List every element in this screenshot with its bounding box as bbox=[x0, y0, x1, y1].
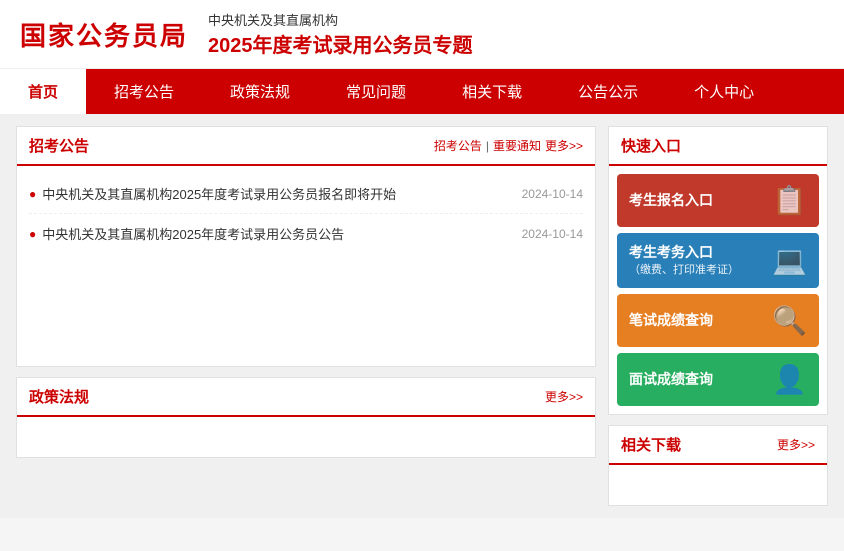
downloads-content bbox=[609, 465, 827, 505]
register-icon: 📋 bbox=[772, 184, 807, 217]
policy-header: 政策法规 更多>> bbox=[17, 378, 595, 417]
exam-icon: 💻 bbox=[772, 244, 807, 277]
nav-item-policy[interactable]: 政策法规 bbox=[202, 69, 318, 114]
quick-access-list: 考生报名入口 📋 考生考务入口 （缴费、打印准考证） 💻 笔试成绩查询 🔍 bbox=[609, 166, 827, 414]
policy-title: 政策法规 bbox=[29, 386, 89, 407]
list-item[interactable]: ● 中央机关及其直属机构2025年度考试录用公务员公告 2024-10-14 bbox=[29, 214, 583, 253]
announcement-text: 中央机关及其直属机构2025年度考试录用公务员报名即将开始 bbox=[42, 184, 511, 203]
right-panel: 快速入口 考生报名入口 📋 考生考务入口 （缴费、打印准考证） 💻 bbox=[608, 126, 828, 506]
logo: 国家公务员局 bbox=[20, 16, 188, 53]
link-more-downloads[interactable]: 更多>> bbox=[777, 436, 815, 453]
bullet-icon: ● bbox=[29, 227, 36, 241]
btn-exam-label: 考生考务入口 bbox=[629, 243, 739, 263]
policy-links: 更多>> bbox=[545, 388, 583, 405]
header: 国家公务员局 中央机关及其直属机构 2025年度考试录用公务员专题 bbox=[0, 0, 844, 69]
content: 招考公告 招考公告 | 重要通知 更多>> ● 中央机关及其直属机构2025年度… bbox=[0, 114, 844, 518]
link-important-notice[interactable]: 重要通知 bbox=[493, 137, 541, 154]
downloads-links: 更多>> bbox=[777, 436, 815, 453]
nav-item-faq[interactable]: 常见问题 bbox=[318, 69, 434, 114]
header-subtitle: 中央机关及其直属机构 bbox=[208, 10, 473, 29]
nav-item-announcement[interactable]: 招考公告 bbox=[86, 69, 202, 114]
btn-written-score-label: 笔试成绩查询 bbox=[629, 311, 713, 331]
nav-item-notice[interactable]: 公告公示 bbox=[550, 69, 666, 114]
announcements-header: 招考公告 招考公告 | 重要通知 更多>> bbox=[17, 127, 595, 166]
announcement-text: 中央机关及其直属机构2025年度考试录用公务员公告 bbox=[42, 224, 511, 243]
announcements-box: 招考公告 招考公告 | 重要通知 更多>> ● 中央机关及其直属机构2025年度… bbox=[16, 126, 596, 367]
btn-register-label: 考生报名入口 bbox=[629, 191, 713, 211]
bullet-icon: ● bbox=[29, 187, 36, 201]
btn-register[interactable]: 考生报名入口 📋 bbox=[617, 174, 819, 227]
btn-exam-sub: （缴费、打印准考证） bbox=[629, 263, 739, 278]
nav-item-home[interactable]: 首页 bbox=[0, 69, 86, 114]
interview-score-icon: 👤 bbox=[772, 363, 807, 396]
link-more-announcements[interactable]: 更多>> bbox=[545, 137, 583, 154]
link-more-policy[interactable]: 更多>> bbox=[545, 388, 583, 405]
downloads-header: 相关下载 更多>> bbox=[609, 426, 827, 465]
btn-exam[interactable]: 考生考务入口 （缴费、打印准考证） 💻 bbox=[617, 233, 819, 288]
announcements-list: ● 中央机关及其直属机构2025年度考试录用公务员报名即将开始 2024-10-… bbox=[17, 166, 595, 366]
announcements-title: 招考公告 bbox=[29, 135, 89, 156]
header-title: 2025年度考试录用公务员专题 bbox=[208, 29, 473, 58]
nav-item-download[interactable]: 相关下载 bbox=[434, 69, 550, 114]
btn-interview-score-label: 面试成绩查询 bbox=[629, 370, 713, 390]
policy-content bbox=[17, 417, 595, 457]
btn-interview-score[interactable]: 面试成绩查询 👤 bbox=[617, 353, 819, 406]
policy-box: 政策法规 更多>> bbox=[16, 377, 596, 458]
header-title-wrap: 中央机关及其直属机构 2025年度考试录用公务员专题 bbox=[208, 10, 473, 58]
link-recruit-notice[interactable]: 招考公告 bbox=[434, 137, 482, 154]
downloads-title: 相关下载 bbox=[621, 434, 681, 455]
written-score-icon: 🔍 bbox=[772, 304, 807, 337]
left-panel: 招考公告 招考公告 | 重要通知 更多>> ● 中央机关及其直属机构2025年度… bbox=[16, 126, 596, 506]
announcement-date: 2024-10-14 bbox=[522, 187, 583, 201]
downloads-box: 相关下载 更多>> bbox=[608, 425, 828, 506]
list-item[interactable]: ● 中央机关及其直属机构2025年度考试录用公务员报名即将开始 2024-10-… bbox=[29, 174, 583, 214]
nav-item-personal[interactable]: 个人中心 bbox=[666, 69, 782, 114]
quick-access-title: 快速入口 bbox=[609, 127, 827, 166]
quick-access-box: 快速入口 考生报名入口 📋 考生考务入口 （缴费、打印准考证） 💻 bbox=[608, 126, 828, 415]
nav: 首页 招考公告 政策法规 常见问题 相关下载 公告公示 个人中心 bbox=[0, 69, 844, 114]
announcements-links: 招考公告 | 重要通知 更多>> bbox=[434, 137, 583, 154]
btn-written-score[interactable]: 笔试成绩查询 🔍 bbox=[617, 294, 819, 347]
announcement-date: 2024-10-14 bbox=[522, 227, 583, 241]
